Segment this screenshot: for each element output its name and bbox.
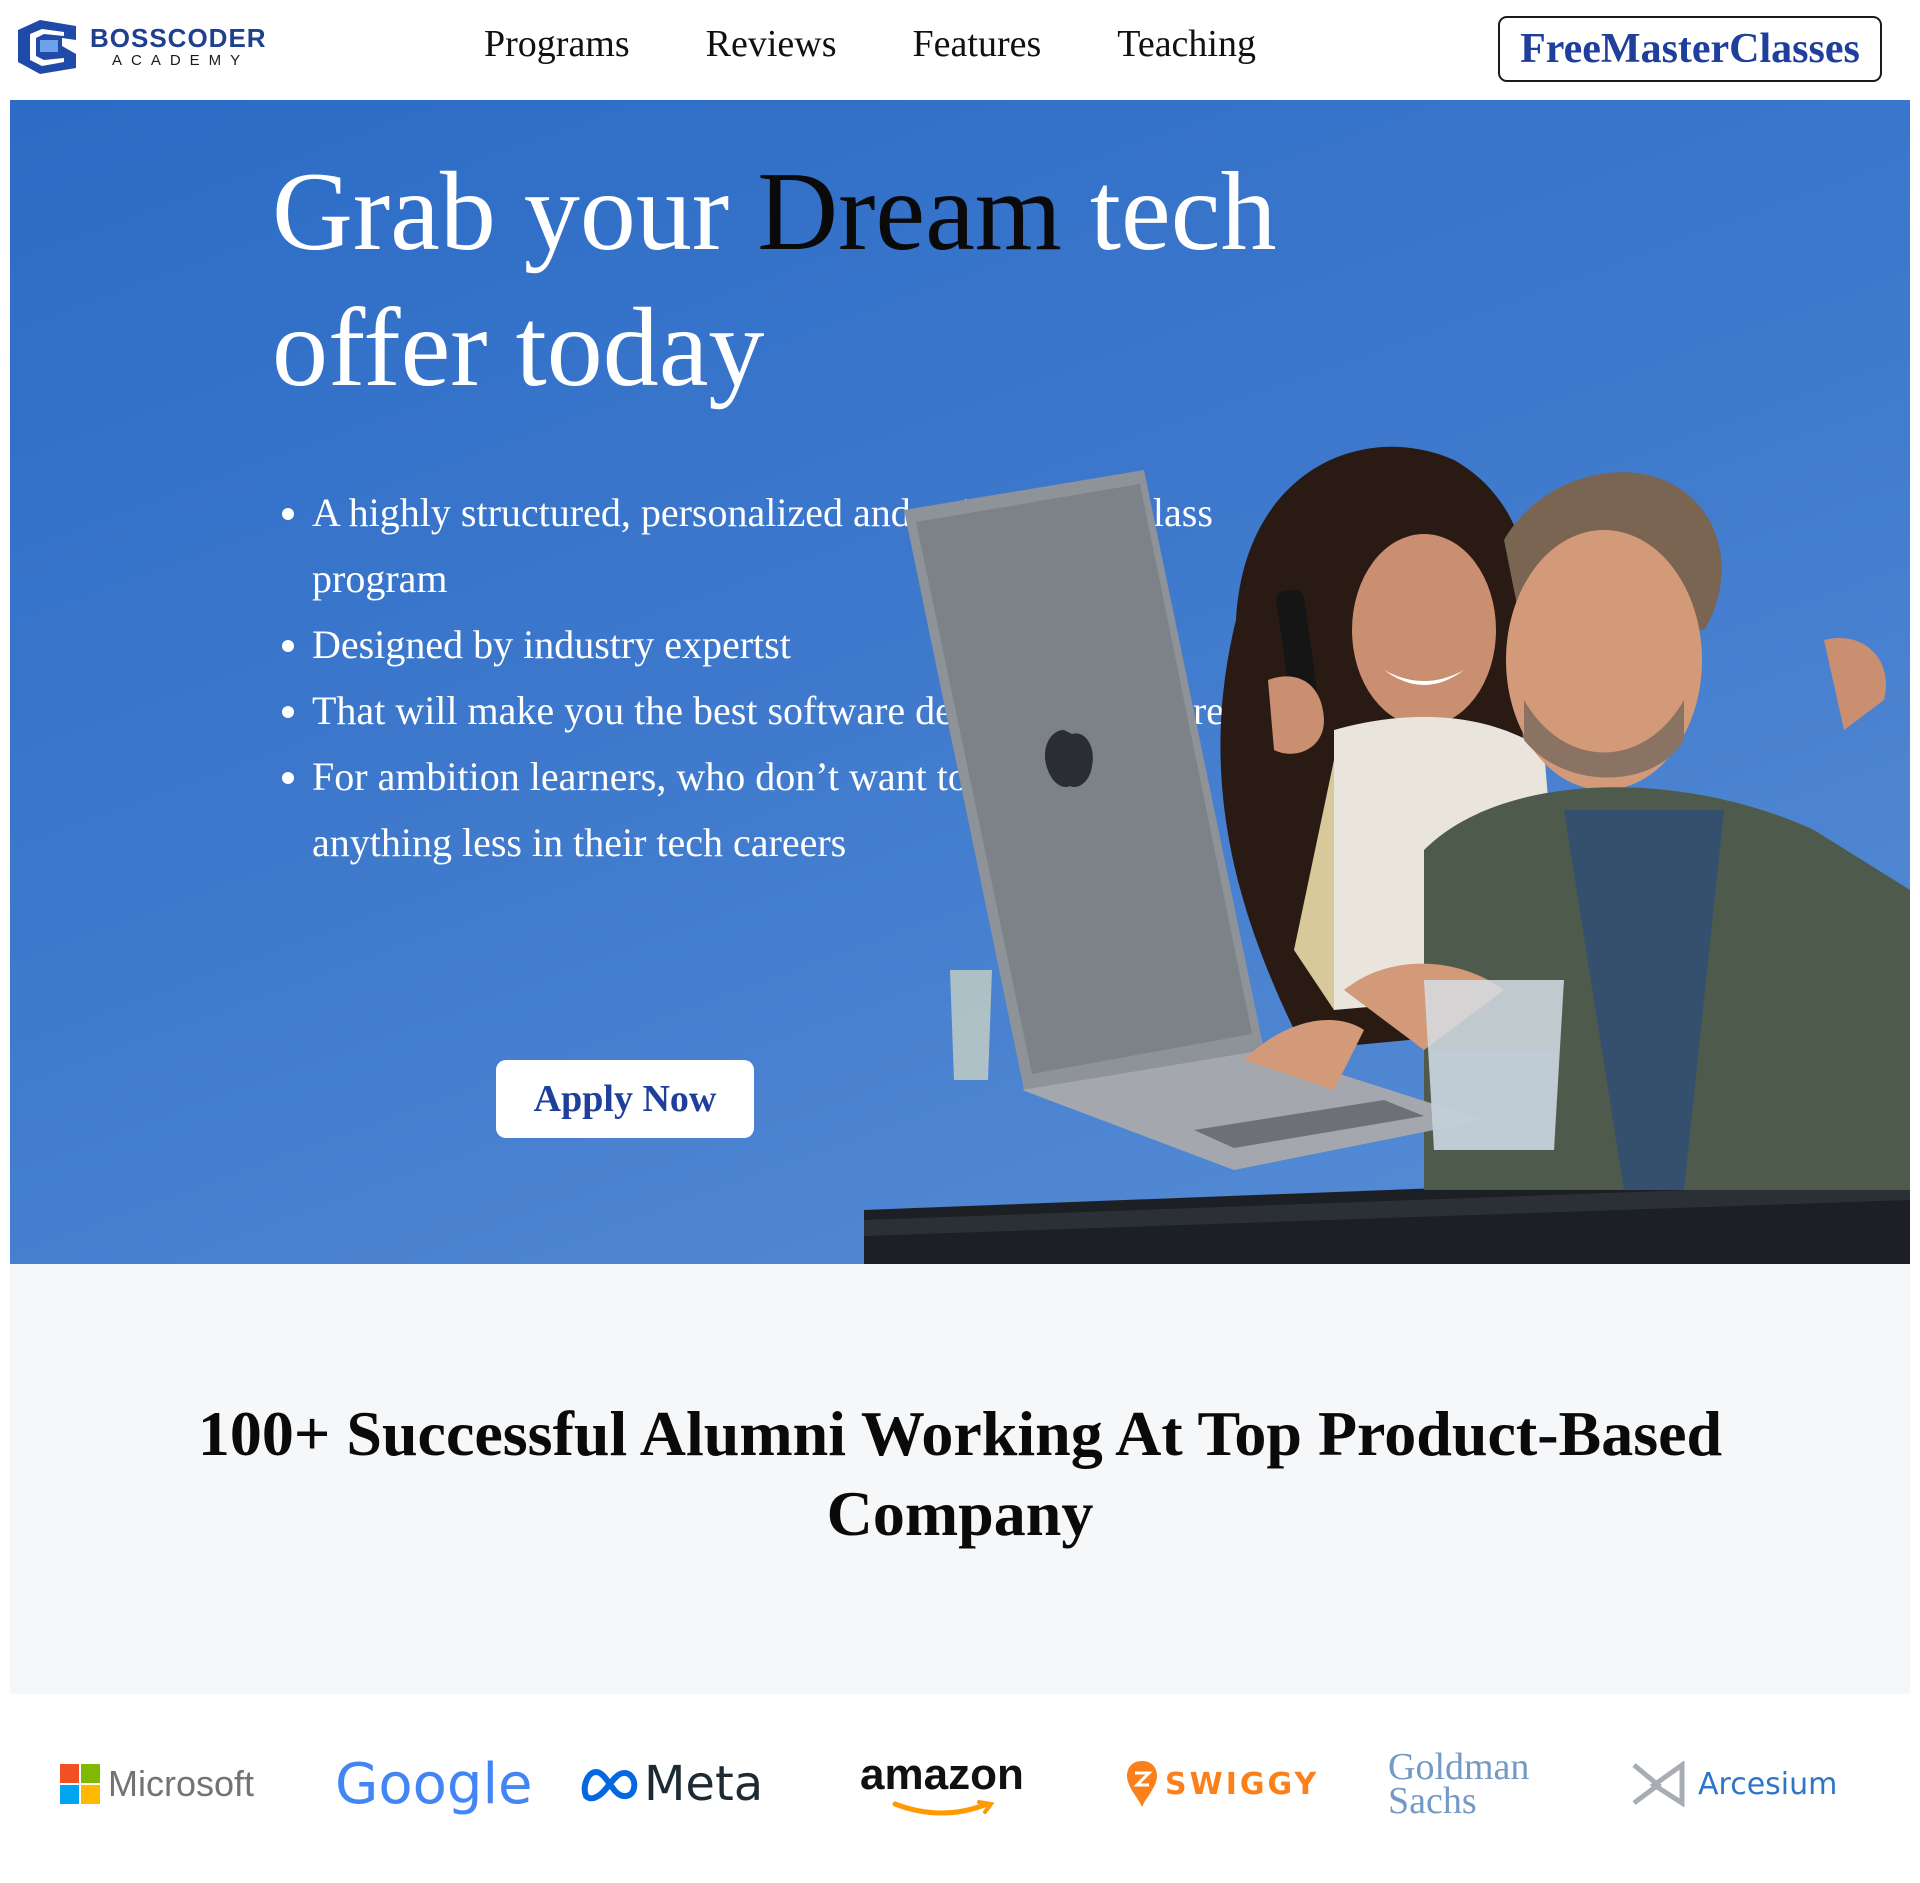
google-logo-icon: Google (335, 1751, 533, 1817)
company-logo-swiggy: SWIGGY (1125, 1694, 1319, 1874)
hero-title-part1: Grab your (272, 150, 758, 274)
free-masterclasses-button[interactable]: FreeMasterClasses (1498, 16, 1882, 82)
swiggy-logo-icon (1127, 1761, 1157, 1807)
alumni-heading: 100+ Successful Alumni Working At Top Pr… (197, 1398, 1723, 1549)
amazon-logo-icon: amazon (860, 1750, 1024, 1799)
main-nav: Programs Reviews Features Teaching (484, 22, 1256, 66)
company-name: Meta (644, 1756, 764, 1812)
bosscoder-logo-icon (18, 20, 76, 74)
hero-section: Grab your Dream tech offer today A highl… (10, 100, 1910, 1264)
nav-link-reviews[interactable]: Reviews (706, 22, 837, 66)
nav-link-programs[interactable]: Programs (484, 22, 630, 66)
apply-now-button[interactable]: Apply Now (496, 1060, 754, 1138)
brand-subtitle: ACADEMY (112, 51, 250, 69)
company-logo-amazon: amazon (860, 1694, 1024, 1874)
company-logo-microsoft: Microsoft (60, 1694, 254, 1874)
hero-title-highlight: Dream (757, 150, 1062, 274)
arcesium-logo-icon (1632, 1761, 1685, 1807)
nav-link-features[interactable]: Features (913, 22, 1042, 66)
company-logo-goldman-sachs: Goldman Sachs (1388, 1694, 1538, 1874)
hero-people-laptop-image (864, 446, 1910, 1264)
microsoft-logo-icon (60, 1764, 100, 1804)
brand-name: BOSSCODER (90, 22, 267, 53)
brand-logo[interactable]: BOSSCODER ACADEMY (10, 16, 290, 76)
company-logo-arcesium: Arcesium (1630, 1694, 1837, 1874)
company-name: Arcesium (1698, 1766, 1838, 1802)
hero-title: Grab your Dream tech offer today (272, 144, 1372, 416)
brand-wordmark: BOSSCODER ACADEMY (90, 25, 267, 68)
company-name: Microsoft (108, 1763, 255, 1804)
amazon-smile-icon (892, 1800, 995, 1816)
top-navbar: BOSSCODER ACADEMY Programs Reviews Featu… (0, 0, 1920, 100)
company-logo-meta: Meta (580, 1694, 763, 1874)
nav-link-teaching[interactable]: Teaching (1117, 22, 1256, 66)
company-logos-strip: Microsoft Google Meta amazon SWIGGY Gold… (10, 1694, 1910, 1874)
company-logo-google: Google (335, 1694, 532, 1874)
meta-logo-icon (581, 1768, 638, 1802)
alumni-section: 100+ Successful Alumni Working At Top Pr… (10, 1264, 1910, 1874)
company-name: SWIGGY (1165, 1766, 1320, 1802)
goldman-sachs-logo-icon: Goldman Sachs (1388, 1746, 1530, 1822)
